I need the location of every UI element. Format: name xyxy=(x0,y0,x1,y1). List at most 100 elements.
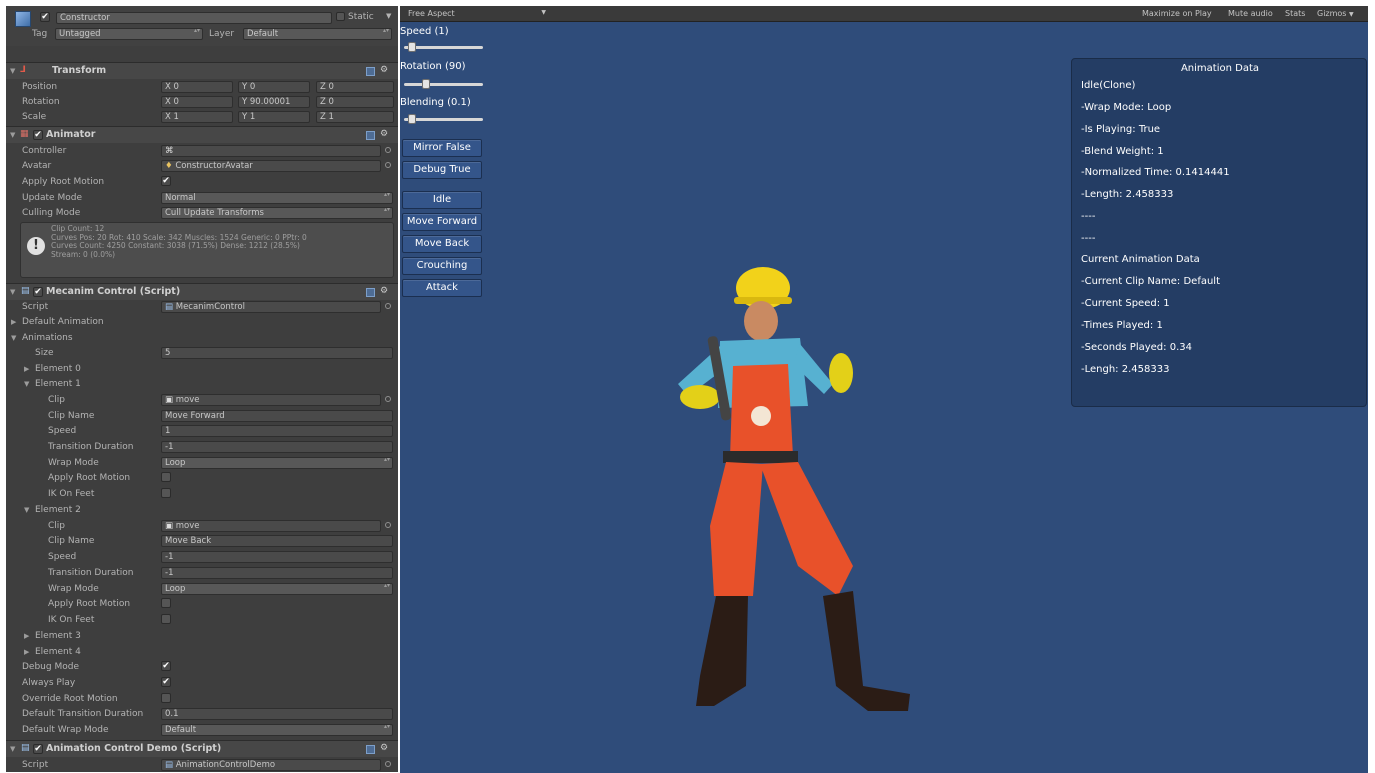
default-animation-row[interactable]: ▶ Default Animation xyxy=(6,314,398,329)
default-wrap-dropdown[interactable]: Default xyxy=(161,723,393,736)
e1-speed-field[interactable]: 1 xyxy=(161,424,393,437)
mecanim-script-field[interactable]: ▤ MecanimControl xyxy=(161,300,381,313)
foldout-arrow-icon[interactable]: ▼ xyxy=(24,506,29,514)
foldout-arrow-icon[interactable]: ▶ xyxy=(24,365,29,373)
avatar-field[interactable]: ♦ ConstructorAvatar xyxy=(161,159,381,172)
foldout-arrow-icon[interactable]: ▼ xyxy=(10,745,15,753)
active-checkbox[interactable]: ✔ xyxy=(40,12,50,22)
blending-slider[interactable] xyxy=(404,114,483,126)
e2-transition-field[interactable]: -1 xyxy=(161,566,393,579)
default-transition-field[interactable]: 0.1 xyxy=(161,707,393,720)
help-book-icon[interactable] xyxy=(366,745,375,754)
object-picker-icon[interactable] xyxy=(385,162,391,168)
debug-mode-checkbox[interactable]: ✔ xyxy=(161,661,171,671)
e1-root-motion-checkbox[interactable] xyxy=(161,472,171,482)
rotation-slider[interactable] xyxy=(404,79,483,91)
demo-header[interactable]: ▼ ▤ ✔ Animation Control Demo (Script) ⚙ xyxy=(6,740,398,757)
help-book-icon[interactable] xyxy=(366,288,375,297)
demo-script-field[interactable]: ▤ AnimationControlDemo xyxy=(161,758,381,771)
object-name-field[interactable]: Constructor xyxy=(56,12,332,24)
e1-wrap-dropdown[interactable]: Loop xyxy=(161,456,393,469)
controller-field[interactable]: ⌘ xyxy=(161,144,381,157)
rotation-x[interactable]: X 0 xyxy=(161,95,233,108)
foldout-arrow-icon[interactable]: ▶ xyxy=(24,648,29,656)
e2-ik-checkbox[interactable] xyxy=(161,614,171,624)
position-x[interactable]: X 0 xyxy=(161,80,233,93)
mirror-button[interactable]: Mirror False xyxy=(402,139,482,157)
idle-button[interactable]: Idle xyxy=(402,191,482,209)
e2-wrap-dropdown[interactable]: Loop xyxy=(161,582,393,595)
element2-row[interactable]: ▼ Element 2 xyxy=(6,502,398,517)
move-forward-button[interactable]: Move Forward xyxy=(402,213,482,231)
debug-button[interactable]: Debug True xyxy=(402,161,482,179)
foldout-arrow-icon[interactable]: ▼ xyxy=(10,131,15,139)
scale-z[interactable]: Z 1 xyxy=(316,110,394,123)
foldout-arrow-icon[interactable]: ▼ xyxy=(10,67,15,75)
scale-y[interactable]: Y 1 xyxy=(238,110,310,123)
transform-header[interactable]: ▼ ⅃ Transform ⚙ xyxy=(6,62,398,79)
rotation-slider-thumb[interactable] xyxy=(422,79,430,89)
foldout-arrow-icon[interactable]: ▼ xyxy=(11,334,16,342)
foldout-arrow-icon[interactable]: ▼ xyxy=(10,288,15,296)
object-picker-icon[interactable] xyxy=(385,147,391,153)
mecanim-enabled-checkbox[interactable]: ✔ xyxy=(33,287,43,297)
e2-clip-field[interactable]: ▣ move xyxy=(161,519,381,532)
always-play-checkbox[interactable]: ✔ xyxy=(161,677,171,687)
scale-x[interactable]: X 1 xyxy=(161,110,233,123)
position-y[interactable]: Y 0 xyxy=(238,80,310,93)
maximize-on-play-toggle[interactable]: Maximize on Play xyxy=(1142,9,1212,18)
mecanim-header[interactable]: ▼ ▤ ✔ Mecanim Control (Script) ⚙ xyxy=(6,283,398,300)
speed-slider[interactable] xyxy=(404,42,483,54)
object-picker-icon[interactable] xyxy=(385,396,391,402)
apply-root-motion-checkbox[interactable]: ✔ xyxy=(161,176,171,186)
e1-clip-field[interactable]: ▣ move xyxy=(161,393,381,406)
static-dropdown-icon[interactable]: ▼ xyxy=(386,12,391,20)
element4-row[interactable]: ▶ Element 4 xyxy=(6,644,398,659)
element3-row[interactable]: ▶ Element 3 xyxy=(6,628,398,643)
gear-icon[interactable]: ⚙ xyxy=(380,65,388,75)
culling-mode-dropdown[interactable]: Cull Update Transforms xyxy=(161,206,393,219)
animator-enabled-checkbox[interactable]: ✔ xyxy=(33,130,43,140)
e1-clip-name-field[interactable]: Move Forward xyxy=(161,409,393,422)
e2-clip-name-field[interactable]: Move Back xyxy=(161,534,393,547)
gizmos-dropdown[interactable]: Gizmos ▼ xyxy=(1317,9,1354,18)
e2-root-motion-checkbox[interactable] xyxy=(161,598,171,608)
e1-transition-field[interactable]: -1 xyxy=(161,440,393,453)
gear-icon[interactable]: ⚙ xyxy=(380,743,388,753)
attack-button[interactable]: Attack xyxy=(402,279,482,297)
stats-toggle[interactable]: Stats xyxy=(1285,9,1305,18)
rotation-z[interactable]: Z 0 xyxy=(316,95,394,108)
size-field[interactable]: 5 xyxy=(161,346,393,359)
speed-slider-thumb[interactable] xyxy=(408,42,416,52)
position-z[interactable]: Z 0 xyxy=(316,80,394,93)
aspect-dropdown[interactable]: Free Aspect ▼ xyxy=(408,9,546,18)
static-checkbox[interactable] xyxy=(336,12,345,21)
object-picker-icon[interactable] xyxy=(385,761,391,767)
blending-slider-thumb[interactable] xyxy=(408,114,416,124)
gear-icon[interactable]: ⚙ xyxy=(380,129,388,139)
move-back-button[interactable]: Move Back xyxy=(402,235,482,253)
mute-audio-toggle[interactable]: Mute audio xyxy=(1228,9,1273,18)
e1-ik-checkbox[interactable] xyxy=(161,488,171,498)
foldout-arrow-icon[interactable]: ▼ xyxy=(24,380,29,388)
tag-dropdown[interactable]: Untagged xyxy=(55,28,203,40)
help-book-icon[interactable] xyxy=(366,131,375,140)
gear-icon[interactable]: ⚙ xyxy=(380,286,388,296)
help-book-icon[interactable] xyxy=(366,67,375,76)
override-root-checkbox[interactable] xyxy=(161,693,171,703)
crouching-button[interactable]: Crouching xyxy=(402,257,482,275)
foldout-arrow-icon[interactable]: ▶ xyxy=(24,632,29,640)
object-picker-icon[interactable] xyxy=(385,303,391,309)
foldout-arrow-icon[interactable]: ▶ xyxy=(11,318,16,326)
demo-enabled-checkbox[interactable]: ✔ xyxy=(33,744,43,754)
update-mode-dropdown[interactable]: Normal xyxy=(161,191,393,204)
animations-row[interactable]: ▼ Animations xyxy=(6,330,398,345)
script-label: Script xyxy=(22,301,49,312)
element0-row[interactable]: ▶ Element 0 xyxy=(6,361,398,376)
rotation-y[interactable]: Y 90.00001 xyxy=(238,95,310,108)
e2-speed-field[interactable]: -1 xyxy=(161,550,393,563)
animator-header[interactable]: ▼ ▦ ✔ Animator ⚙ xyxy=(6,126,398,143)
element1-row[interactable]: ▼ Element 1 xyxy=(6,376,398,391)
object-picker-icon[interactable] xyxy=(385,522,391,528)
layer-dropdown[interactable]: Default xyxy=(243,28,392,40)
